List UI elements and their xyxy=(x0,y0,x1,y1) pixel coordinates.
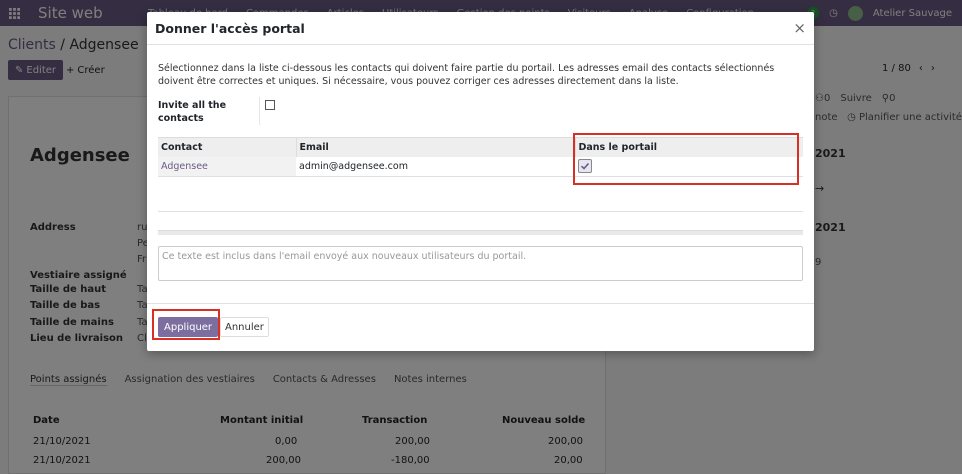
contact-cell[interactable]: Adgensee xyxy=(158,156,296,177)
table-row[interactable]: Adgensee admin@adgensee.com xyxy=(158,156,803,177)
in-portal-checkbox[interactable] xyxy=(578,159,592,174)
modal-title: Donner l'accès portal xyxy=(155,20,305,36)
in-portal-cell xyxy=(575,156,803,177)
modal-footer: Appliquer Annuler xyxy=(147,303,814,351)
portal-contacts-table: Contact Email Dans le portail Adgensee a… xyxy=(158,137,803,177)
table-empty-row xyxy=(158,194,803,212)
intro-text: Sélectionnez dans la liste ci-dessous le… xyxy=(158,63,775,87)
close-icon[interactable]: × xyxy=(793,19,806,37)
apply-button[interactable]: Appliquer xyxy=(158,317,219,337)
modal-header: Donner l'accès portal × xyxy=(147,12,814,45)
email-cell[interactable]: admin@adgensee.com xyxy=(296,156,575,177)
cancel-button[interactable]: Annuler xyxy=(220,317,269,337)
modal-body: Sélectionnez dans la liste ci-dessous le… xyxy=(147,45,814,125)
invite-all-row: Invite all the contacts xyxy=(158,97,803,125)
welcome-message-input[interactable]: Ce texte est inclus dans l'email envoyé … xyxy=(158,246,803,281)
column-email[interactable]: Email xyxy=(295,137,575,157)
checkmark-icon xyxy=(580,163,590,170)
column-in-portal[interactable]: Dans le portail xyxy=(574,137,803,157)
table-footer xyxy=(158,230,803,235)
invite-all-label: Invite all the contacts xyxy=(158,97,260,125)
invite-all-checkbox[interactable] xyxy=(265,100,275,110)
portal-access-dialog: Donner l'accès portal × Sélectionnez dan… xyxy=(147,12,814,351)
column-contact[interactable]: Contact xyxy=(158,137,296,157)
